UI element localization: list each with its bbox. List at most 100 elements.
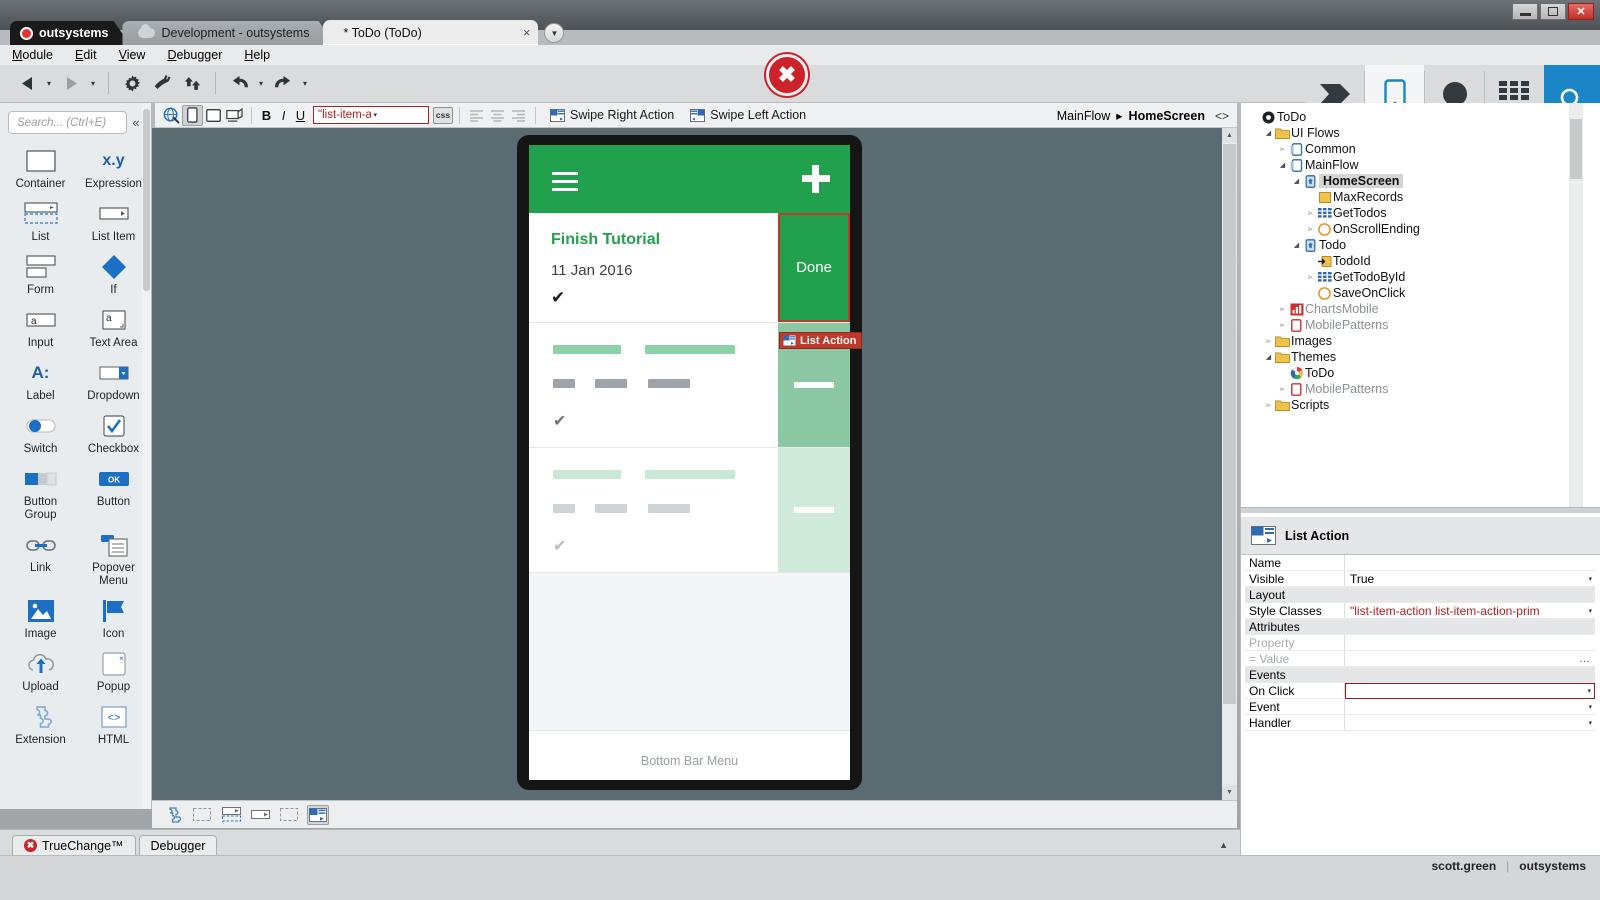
list-item-breadcrumb-icon[interactable]: [249, 805, 271, 825]
tab-environment[interactable]: Development - outsystems: [122, 21, 336, 45]
tab-list-dropdown-button[interactable]: ▼: [544, 23, 565, 43]
expand-arrow-closed-icon[interactable]: ▹: [1263, 337, 1274, 345]
align-left-icon[interactable]: [466, 105, 487, 126]
forward-dropdown-icon[interactable]: ▾: [88, 79, 98, 88]
property-row-handler[interactable]: Handler ▾: [1245, 715, 1595, 731]
widget-icon[interactable]: Icon: [81, 594, 146, 641]
bold-button[interactable]: B: [258, 106, 275, 125]
widget-checkbox[interactable]: Checkbox: [81, 409, 146, 456]
align-center-icon[interactable]: [487, 105, 508, 126]
expand-arrow-closed-icon[interactable]: ▹: [1305, 273, 1316, 281]
widget-button-group[interactable]: Button Group: [8, 462, 73, 522]
property-row-visible[interactable]: Visible True ▾: [1245, 571, 1595, 587]
desktop-icon[interactable]: [224, 105, 245, 126]
widget-dropdown[interactable]: Dropdown: [81, 356, 146, 403]
tree-node-onscrollending[interactable]: ▹ OnScrollEnding: [1249, 221, 1569, 237]
tab-module-todo[interactable]: * ToDo (ToDo) ×: [323, 20, 539, 45]
chevron-down-icon[interactable]: ▾: [1587, 687, 1591, 695]
expand-arrow-closed-icon[interactable]: ▹: [1277, 321, 1288, 329]
expand-arrow-closed-icon[interactable]: ▹: [1277, 385, 1288, 393]
tree-node-images[interactable]: ▹ Images: [1249, 333, 1569, 349]
minimize-button[interactable]: [1512, 3, 1538, 20]
align-right-icon[interactable]: [508, 105, 529, 126]
widget-container[interactable]: Container: [8, 144, 73, 191]
property-value[interactable]: [1345, 635, 1595, 650]
property-value[interactable]: …: [1345, 651, 1595, 666]
bottom-bar-menu-placeholder[interactable]: Bottom Bar Menu: [529, 730, 850, 780]
restore-button[interactable]: [1540, 3, 1566, 20]
module-tree[interactable]: ToDo ◢ UI Flows ▹ Common ◢ MainFlow ◢ HomeScreen…: [1241, 103, 1569, 507]
list-breadcrumb-icon[interactable]: [220, 805, 242, 825]
tree-node-saveonclick[interactable]: SaveOnClick: [1249, 285, 1569, 301]
italic-button[interactable]: I: [275, 106, 292, 125]
tree-node-todo[interactable]: ToDo: [1249, 109, 1569, 125]
redo-button[interactable]: [270, 69, 296, 97]
undo-button[interactable]: [226, 69, 252, 97]
tree-node-mainflow[interactable]: ◢ MainFlow: [1249, 157, 1569, 173]
property-value[interactable]: ▾: [1345, 699, 1595, 714]
container-breadcrumb-icon[interactable]: [191, 805, 213, 825]
palette-scrollbar-thumb[interactable]: [143, 109, 150, 291]
toggle-code-view-button[interactable]: <>: [1215, 109, 1229, 123]
breadcrumb-flow[interactable]: MainFlow: [1057, 109, 1111, 123]
tree-node-maxrecords[interactable]: MaxRecords: [1249, 189, 1569, 205]
tree-node-chartsmobile[interactable]: ▹ ChartsMobile: [1249, 301, 1569, 317]
expand-arrow-open-icon[interactable]: ◢: [1291, 177, 1302, 185]
tree-node-todo[interactable]: ToDo: [1249, 365, 1569, 381]
phone-portrait-icon[interactable]: [182, 104, 203, 126]
expand-arrow-closed-icon[interactable]: ▹: [1263, 401, 1274, 409]
tree-node-themes[interactable]: ◢ Themes: [1249, 349, 1569, 365]
tree-node-scripts[interactable]: ▹ Scripts: [1249, 397, 1569, 413]
property-value[interactable]: True ▾: [1345, 571, 1595, 586]
search-input[interactable]: Search... (Ctrl+E): [8, 111, 127, 134]
debug-button[interactable]: [149, 69, 175, 97]
error-indicator-badge[interactable]: ✖: [766, 54, 808, 96]
forward-button[interactable]: [58, 69, 84, 97]
menu-edit[interactable]: Edit: [75, 48, 97, 62]
redo-dropdown-icon[interactable]: ▾: [300, 79, 310, 88]
property-row-event[interactable]: Event ▾: [1245, 699, 1595, 715]
canvas-scrollbar[interactable]: ▲ ▼: [1222, 128, 1237, 800]
expand-arrow-open-icon[interactable]: ◢: [1277, 161, 1288, 169]
breadcrumb-screen[interactable]: HomeScreen: [1129, 109, 1205, 123]
extension-breadcrumb-icon[interactable]: [162, 805, 184, 825]
widget-image[interactable]: Image: [8, 594, 73, 641]
tree-node-homescreen[interactable]: ◢ HomeScreen: [1249, 173, 1569, 189]
hamburger-menu-icon[interactable]: [552, 172, 578, 196]
screen-canvas[interactable]: Finish Tutorial 11 Jan 2016 ✔ Done ✔ ✔ B…: [152, 128, 1237, 800]
tree-node-ui-flows[interactable]: ◢ UI Flows: [1249, 125, 1569, 141]
css-editor-button[interactable]: css: [433, 106, 453, 124]
chevron-down-icon[interactable]: ▾: [371, 111, 427, 119]
underline-button[interactable]: U: [292, 106, 309, 125]
chevron-down-icon[interactable]: ▾: [1588, 719, 1592, 727]
widget-expression[interactable]: x.y Expression: [81, 144, 146, 191]
back-dropdown-icon[interactable]: ▾: [44, 79, 54, 88]
tree-node-gettodos[interactable]: ▹ GetTodos: [1249, 205, 1569, 221]
widget-list[interactable]: List: [8, 197, 73, 244]
manage-dependencies-button[interactable]: [119, 69, 145, 97]
expand-arrow-open-icon[interactable]: ◢: [1263, 129, 1274, 137]
widget-extension[interactable]: Extension: [8, 700, 73, 747]
list-item-row[interactable]: Finish Tutorial 11 Jan 2016 ✔ Done: [529, 213, 850, 323]
palette-scrollbar[interactable]: [142, 103, 151, 809]
property-row-property[interactable]: Property: [1245, 635, 1595, 651]
selection-badge-list-action[interactable]: List Action: [779, 332, 863, 349]
property-value[interactable]: ▾: [1345, 715, 1595, 730]
undo-dropdown-icon[interactable]: ▾: [256, 79, 266, 88]
style-classes-input[interactable]: "list-item-action li ▾: [313, 106, 429, 124]
list-action-done-button[interactable]: Done: [778, 213, 850, 322]
more-options-icon[interactable]: …: [1579, 653, 1591, 665]
container2-breadcrumb-icon[interactable]: [278, 805, 300, 825]
plus-icon[interactable]: [802, 165, 830, 193]
list-action-breadcrumb-icon[interactable]: [307, 804, 329, 825]
close-button[interactable]: ✕: [1568, 3, 1594, 20]
widget-input[interactable]: a Input: [8, 303, 73, 350]
preview-in-browser-icon[interactable]: [161, 105, 182, 126]
widget-switch[interactable]: Switch: [8, 409, 73, 456]
collapse-bottom-panel-icon[interactable]: ▲: [1219, 840, 1228, 850]
widget-form[interactable]: Form: [8, 250, 73, 297]
widget-label[interactable]: A: Label: [8, 356, 73, 403]
expand-arrow-closed-icon[interactable]: ▹: [1305, 209, 1316, 217]
chevron-down-icon[interactable]: ▾: [1588, 607, 1592, 615]
property-row-style-classes[interactable]: Style Classes "list-item-action list-item…: [1245, 603, 1595, 619]
